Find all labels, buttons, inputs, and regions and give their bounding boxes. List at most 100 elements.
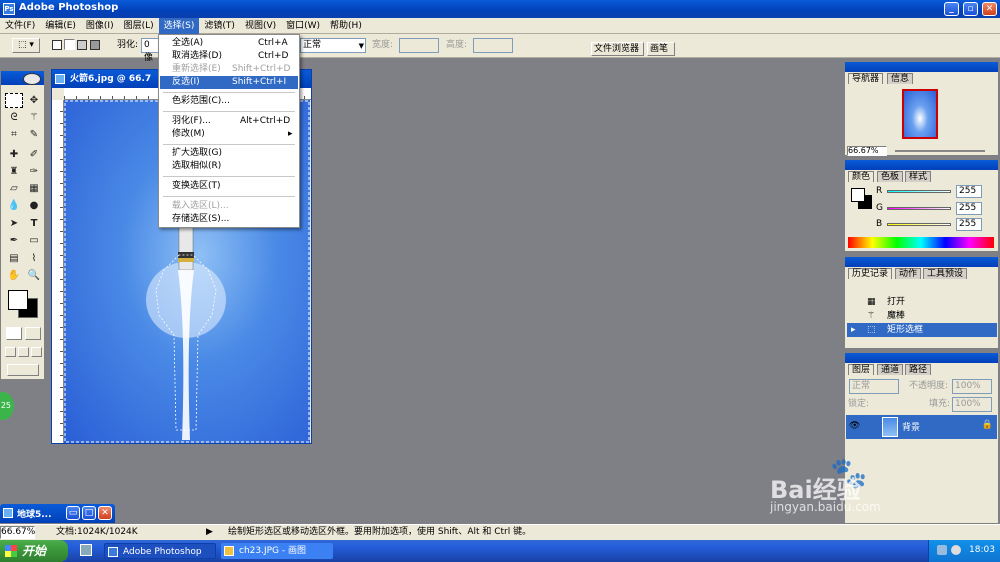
tab-channels[interactable]: 通道 xyxy=(877,364,904,375)
tab-tool-presets[interactable]: 工具预设 xyxy=(923,268,968,279)
b-input[interactable]: 255 xyxy=(956,218,982,231)
tab-actions[interactable]: 动作 xyxy=(895,268,922,279)
history-item-selected[interactable]: ▸ ⬚ 矩形选框 xyxy=(847,323,997,337)
navigator-zoom-slider[interactable] xyxy=(895,150,985,152)
slider-g[interactable] xyxy=(887,207,951,210)
visibility-eye-icon[interactable]: 👁 xyxy=(849,421,860,431)
taskbar-item-paint[interactable]: ch23.JPG - 画图 xyxy=(221,543,333,559)
jump-to-imageready-icon[interactable] xyxy=(7,364,39,376)
quickmask-mode-icon[interactable] xyxy=(25,327,41,340)
start-button[interactable]: 开始 xyxy=(0,540,68,562)
adobe-eye-icon[interactable] xyxy=(23,73,41,85)
lasso-tool-icon[interactable]: ᘓ xyxy=(5,110,23,125)
blend-mode-select[interactable]: 正常 xyxy=(849,379,899,394)
opacity-input[interactable]: 100% xyxy=(952,379,992,394)
dodge-tool-icon[interactable]: ● xyxy=(25,198,43,213)
crop-tool-icon[interactable]: ⌗ xyxy=(5,127,23,142)
restore-button[interactable]: ▫ xyxy=(963,2,978,16)
screen-mode-3-icon[interactable] xyxy=(31,347,42,357)
menu-view[interactable]: 视图(V) xyxy=(240,18,281,34)
healing-brush-icon[interactable]: ✚ xyxy=(5,147,23,162)
tray-clock[interactable]: 18:03 xyxy=(969,545,995,555)
eyedropper-tool-icon[interactable]: ⌇ xyxy=(25,251,43,266)
gradient-tool-icon[interactable]: ▦ xyxy=(25,181,43,196)
menu-filter[interactable]: 滤镜(T) xyxy=(199,18,240,34)
menu-inverse[interactable]: 反选(I) Shift+Ctrl+I xyxy=(160,76,298,89)
close-button[interactable]: ✕ xyxy=(982,2,997,16)
magic-wand-tool-icon[interactable]: ⚚ xyxy=(25,110,43,125)
menu-reselect[interactable]: 重新选择(E) Shift+Ctrl+D xyxy=(160,63,298,76)
menu-deselect[interactable]: 取消选择(D) Ctrl+D xyxy=(160,50,298,63)
width-input[interactable] xyxy=(399,38,439,53)
menu-similar[interactable]: 选取相似(R) xyxy=(160,160,298,173)
tab-color[interactable]: 颜色 xyxy=(848,171,875,182)
style-select[interactable]: 正常 ▼ xyxy=(300,38,366,53)
close-doc-button[interactable]: ✕ xyxy=(98,506,112,520)
menu-window[interactable]: 窗口(W) xyxy=(281,18,325,34)
screen-mode-1-icon[interactable] xyxy=(5,347,16,357)
add-selection-icon[interactable] xyxy=(64,39,75,50)
tab-layers[interactable]: 图层 xyxy=(848,364,875,375)
history-brush-icon[interactable]: ✑ xyxy=(25,164,43,179)
menu-image[interactable]: 图像(I) xyxy=(81,18,119,34)
blur-tool-icon[interactable]: 💧 xyxy=(5,198,23,213)
menu-edit[interactable]: 编辑(E) xyxy=(40,18,81,34)
quicklaunch-icon[interactable] xyxy=(80,544,92,556)
new-selection-icon[interactable] xyxy=(52,40,62,50)
screen-mode-2-icon[interactable] xyxy=(18,347,29,357)
maximize-doc-button[interactable]: □ xyxy=(82,506,96,520)
navigator-zoom-field[interactable]: 66.67% xyxy=(847,146,887,156)
status-arrow-icon[interactable]: ▶ xyxy=(206,526,213,539)
tab-paths[interactable]: 路径 xyxy=(905,364,932,375)
path-select-icon[interactable]: ➤ xyxy=(5,216,23,231)
subtract-selection-icon[interactable] xyxy=(77,40,87,50)
slider-r[interactable] xyxy=(887,190,951,193)
clone-stamp-icon[interactable]: ♜ xyxy=(5,164,23,179)
tab-styles[interactable]: 样式 xyxy=(905,171,932,182)
menu-layer[interactable]: 图层(L) xyxy=(119,18,159,34)
type-tool-icon[interactable]: T xyxy=(25,216,43,231)
taskbar-item-photoshop[interactable]: Adobe Photoshop xyxy=(104,543,216,559)
minimize-button[interactable]: _ xyxy=(944,2,959,16)
zoom-tool-icon[interactable]: 🔍 xyxy=(25,268,43,283)
standard-mode-icon[interactable] xyxy=(6,327,22,340)
tab-history[interactable]: 历史记录 xyxy=(848,268,893,279)
slider-b[interactable] xyxy=(887,223,951,226)
history-item[interactable]: ⚚ 魔棒 xyxy=(847,309,997,323)
shape-tool-icon[interactable]: ▭ xyxy=(25,233,43,248)
menu-load-selection[interactable]: 载入选区(L)... xyxy=(160,200,298,213)
menu-modify[interactable]: 修改(M) ▸ xyxy=(160,128,298,141)
g-input[interactable]: 255 xyxy=(956,202,982,215)
tab-file-browser[interactable]: 文件浏览器 xyxy=(591,42,644,56)
status-zoom[interactable]: 66.67% xyxy=(0,526,35,539)
foreground-color-swatch[interactable] xyxy=(8,290,28,310)
menu-color-range[interactable]: 色彩范围(C)... xyxy=(160,95,298,108)
menu-help[interactable]: 帮助(H) xyxy=(325,18,367,34)
minimized-document-window[interactable]: 地球5... ▭ □ ✕ xyxy=(0,504,115,523)
marquee-preset-icon[interactable]: ⬚ ▾ xyxy=(12,38,40,53)
tray-volume-icon[interactable] xyxy=(951,545,961,555)
layer-row-background[interactable]: 👁 背景 🔒 xyxy=(846,415,997,439)
menu-file[interactable]: 文件(F) xyxy=(0,18,40,34)
color-spectrum-bar[interactable] xyxy=(848,237,994,248)
intersect-selection-icon[interactable] xyxy=(90,40,100,50)
move-tool-icon[interactable]: ✥ xyxy=(25,93,43,108)
color-fg-swatch[interactable] xyxy=(851,188,865,202)
menu-grow[interactable]: 扩大选取(G) xyxy=(160,147,298,160)
menu-select-all[interactable]: 全选(A) Ctrl+A xyxy=(160,37,298,50)
eraser-tool-icon[interactable]: ▱ xyxy=(5,181,23,196)
pen-tool-icon[interactable]: ✒ xyxy=(5,233,23,248)
tab-info[interactable]: 信息 xyxy=(887,73,914,84)
tray-network-icon[interactable] xyxy=(937,545,947,555)
r-input[interactable]: 255 xyxy=(956,185,982,198)
menu-transform-selection[interactable]: 变换选区(T) xyxy=(160,180,298,193)
rect-marquee-tool-icon[interactable] xyxy=(5,93,23,108)
history-item[interactable]: ▦ 打开 xyxy=(847,295,997,309)
menu-select[interactable]: 选择(S) xyxy=(158,18,200,34)
height-input[interactable] xyxy=(473,38,513,53)
hand-tool-icon[interactable]: ✋ xyxy=(5,268,23,283)
restore-doc-button[interactable]: ▭ xyxy=(66,506,80,520)
menu-feather[interactable]: 羽化(F)... Alt+Ctrl+D xyxy=(160,115,298,128)
notes-tool-icon[interactable]: ▤ xyxy=(5,251,23,266)
slice-tool-icon[interactable]: ✎ xyxy=(25,127,43,142)
